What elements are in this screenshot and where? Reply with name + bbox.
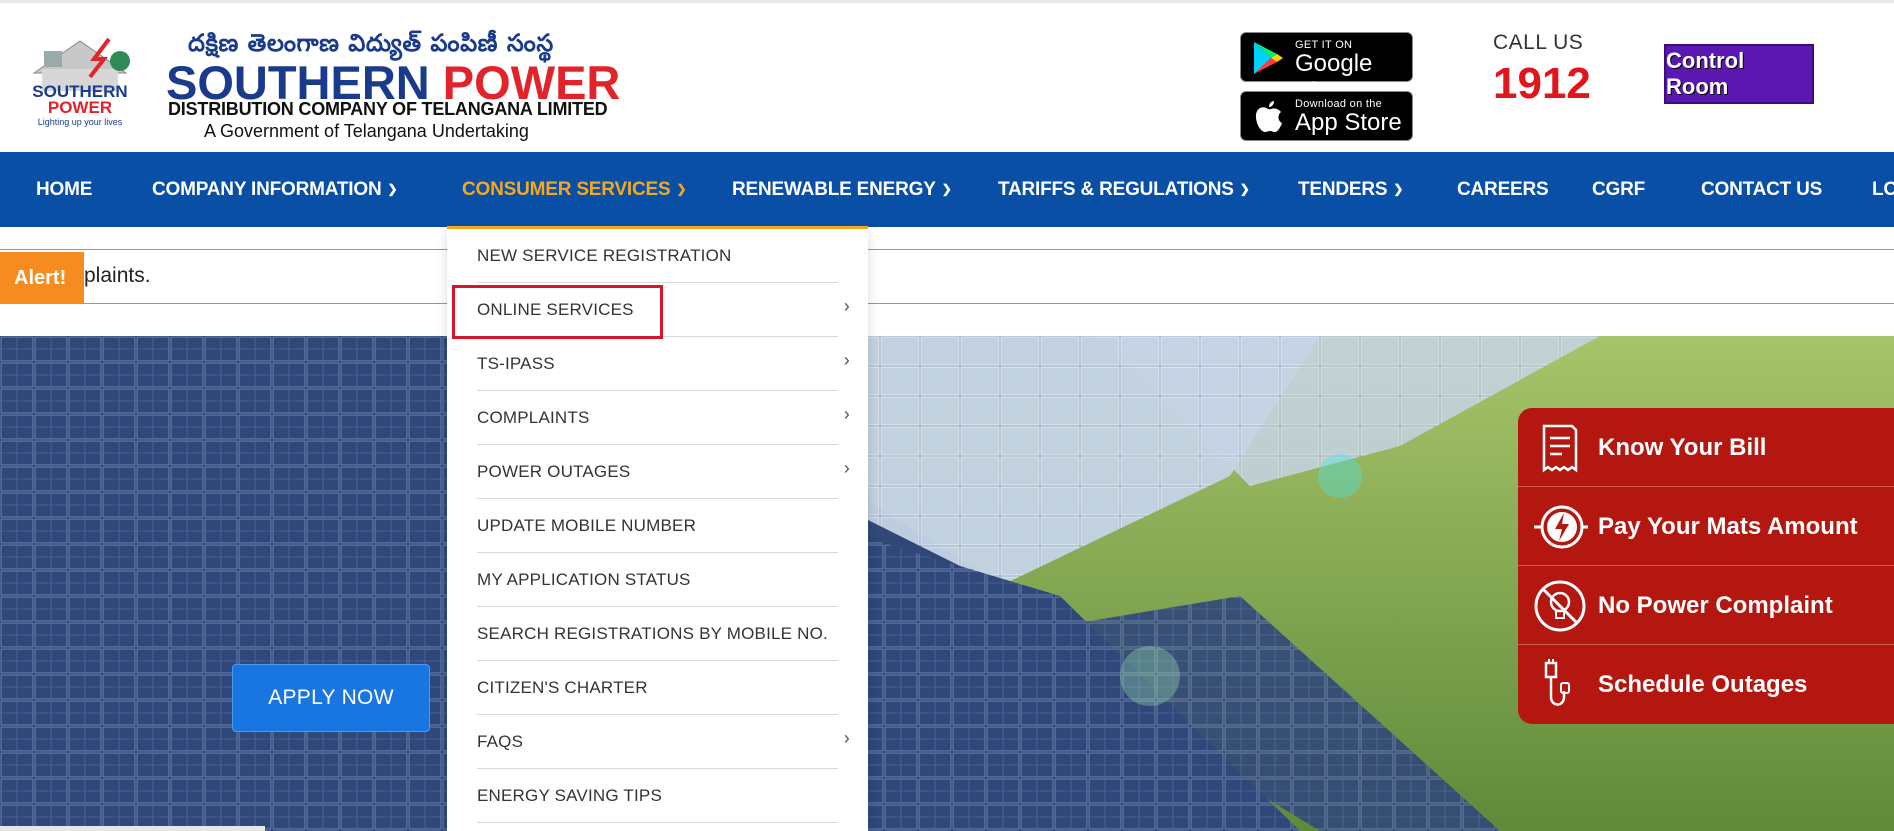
chevron-right-icon: › bbox=[843, 728, 850, 748]
nav-item-label: CONSUMER SERVICES bbox=[462, 179, 671, 200]
bill-icon bbox=[1542, 424, 1578, 473]
company-logo-emblem[interactable]: SOUTHERN POWER Lighting up your lives bbox=[14, 33, 146, 129]
app-store-big-text: App Store bbox=[1295, 109, 1402, 136]
quick-link-label: Schedule Outages bbox=[1598, 671, 1808, 698]
dropdown-item-search-registrations[interactable]: SEARCH REGISTRATIONS BY MOBILE NO. bbox=[477, 607, 838, 661]
no-bulb-icon bbox=[1534, 580, 1586, 632]
chevron-down-icon: ❯ bbox=[1393, 182, 1404, 196]
plug-bolt-icon bbox=[1534, 505, 1588, 549]
cable-icon bbox=[1544, 659, 1570, 706]
main-navigation: HOME COMPANY INFORMATION ❯ CONSUMER SERVI… bbox=[0, 152, 1894, 227]
dropdown-item-label: TS-IPASS bbox=[477, 354, 555, 373]
chevron-down-icon: ❯ bbox=[387, 182, 398, 196]
quick-links-panel: Know Your Bill Pay Your Mats Amount No P… bbox=[1518, 408, 1894, 724]
nav-item-login[interactable]: LO bbox=[1872, 152, 1894, 227]
alert-ticker-text[interactable]: plaints. bbox=[84, 264, 151, 288]
nav-item-label: LO bbox=[1872, 179, 1894, 200]
emblem-tagline: Lighting up your lives bbox=[38, 117, 123, 127]
online-services-highlight-box bbox=[452, 285, 663, 339]
alert-tag: Alert! bbox=[0, 252, 84, 304]
nav-item-home[interactable]: HOME bbox=[36, 152, 92, 227]
nav-item-tenders[interactable]: TENDERS ❯ bbox=[1298, 152, 1403, 227]
call-us-label: CALL US bbox=[1493, 31, 1584, 54]
nav-item-label: CONTACT US bbox=[1701, 179, 1823, 200]
app-store-button[interactable]: Download on the App Store bbox=[1240, 91, 1413, 141]
nav-item-careers[interactable]: CAREERS bbox=[1457, 152, 1549, 227]
quick-link-schedule-outages[interactable]: Schedule Outages bbox=[1518, 645, 1894, 724]
nav-item-company-information[interactable]: COMPANY INFORMATION ❯ bbox=[152, 152, 398, 227]
site-header: SOUTHERN POWER Lighting up your lives దక… bbox=[0, 0, 1894, 152]
chevron-right-icon: › bbox=[843, 296, 850, 316]
page: SOUTHERN POWER Lighting up your lives దక… bbox=[0, 0, 1894, 831]
dropdown-item-ts-ipass[interactable]: TS-IPASS › bbox=[477, 337, 850, 391]
quick-link-no-power-complaint[interactable]: No Power Complaint bbox=[1518, 566, 1894, 645]
google-play-icon bbox=[1254, 42, 1283, 74]
nav-item-renewable-energy[interactable]: RENEWABLE ENERGY ❯ bbox=[732, 152, 952, 227]
chevron-right-icon: › bbox=[843, 404, 850, 424]
nav-item-contact-us[interactable]: CONTACT US bbox=[1701, 152, 1822, 227]
dropdown-item-label: COMPLAINTS bbox=[477, 408, 590, 427]
logo-government-line: A Government of Telangana Undertaking bbox=[204, 121, 529, 141]
quick-link-pay-mats-amount[interactable]: Pay Your Mats Amount bbox=[1518, 487, 1894, 566]
chevron-down-icon: ❯ bbox=[676, 182, 687, 196]
nav-item-cgrf[interactable]: CGRF bbox=[1592, 152, 1645, 227]
dropdown-item-citizens-charter[interactable]: CITIZEN'S CHARTER bbox=[477, 661, 838, 715]
nav-item-label: HOME bbox=[36, 179, 93, 200]
dropdown-item-energy-saving-tips[interactable]: ENERGY SAVING TIPS bbox=[477, 769, 838, 823]
dropdown-item-label: POWER OUTAGES bbox=[477, 462, 631, 481]
nav-item-label: CGRF bbox=[1592, 179, 1646, 200]
google-play-button[interactable]: GET IT ON Google Play bbox=[1240, 32, 1413, 105]
dropdown-item-label: MY APPLICATION STATUS bbox=[477, 570, 691, 589]
nav-item-label: TENDERS bbox=[1298, 179, 1388, 200]
chevron-down-icon: ❯ bbox=[1239, 182, 1250, 196]
dropdown-item-power-outages[interactable]: POWER OUTAGES › bbox=[477, 445, 850, 499]
dropdown-item-label: NEW SERVICE REGISTRATION bbox=[477, 246, 732, 265]
dropdown-item-my-application-status[interactable]: MY APPLICATION STATUS bbox=[477, 553, 838, 607]
nav-item-label: RENEWABLE ENERGY bbox=[732, 179, 936, 200]
dropdown-item-label: FAQS bbox=[477, 732, 524, 751]
quick-link-label: No Power Complaint bbox=[1598, 592, 1833, 619]
logo-subtitle: DISTRIBUTION COMPANY OF TELANGANA LIMITE… bbox=[168, 99, 608, 119]
emblem-text-power: POWER bbox=[48, 98, 112, 117]
dropdown-item-label: SEARCH REGISTRATIONS BY MOBILE NO. bbox=[477, 624, 828, 643]
alert-ticker-band bbox=[0, 249, 1894, 304]
quick-link-know-your-bill[interactable]: Know Your Bill bbox=[1518, 408, 1894, 487]
bottom-scroll-strip bbox=[0, 826, 265, 831]
apply-now-button[interactable]: APPLY NOW bbox=[232, 664, 430, 732]
apple-icon bbox=[1255, 101, 1282, 132]
dropdown-item-label: ENERGY SAVING TIPS bbox=[477, 786, 662, 805]
quick-link-label: Pay Your Mats Amount bbox=[1598, 513, 1858, 540]
dropdown-item-update-mobile-number[interactable]: UPDATE MOBILE NUMBER bbox=[477, 499, 838, 553]
chevron-right-icon: › bbox=[843, 458, 850, 478]
nav-item-label: CAREERS bbox=[1457, 179, 1549, 200]
nav-item-label: COMPANY INFORMATION bbox=[152, 179, 382, 200]
dropdown-item-complaints[interactable]: COMPLAINTS › bbox=[477, 391, 850, 445]
dropdown-item-faqs[interactable]: FAQS › bbox=[477, 715, 850, 769]
chevron-right-icon: › bbox=[843, 350, 850, 370]
chevron-down-icon: ❯ bbox=[941, 182, 952, 196]
dropdown-item-label: UPDATE MOBILE NUMBER bbox=[477, 516, 697, 535]
dropdown-item-label: CITIZEN'S CHARTER bbox=[477, 678, 648, 697]
control-room-button[interactable]: Control Room bbox=[1664, 44, 1814, 104]
nav-item-tariffs-regulations[interactable]: TARIFFS & REGULATIONS ❯ bbox=[998, 152, 1250, 227]
nav-item-consumer-services[interactable]: CONSUMER SERVICES ❯ bbox=[462, 152, 687, 227]
nav-item-label: TARIFFS & REGULATIONS bbox=[998, 179, 1234, 200]
call-us-number[interactable]: 1912 bbox=[1493, 59, 1591, 109]
quick-link-label: Know Your Bill bbox=[1598, 434, 1767, 461]
dropdown-item-new-service-registration[interactable]: NEW SERVICE REGISTRATION bbox=[477, 229, 838, 283]
